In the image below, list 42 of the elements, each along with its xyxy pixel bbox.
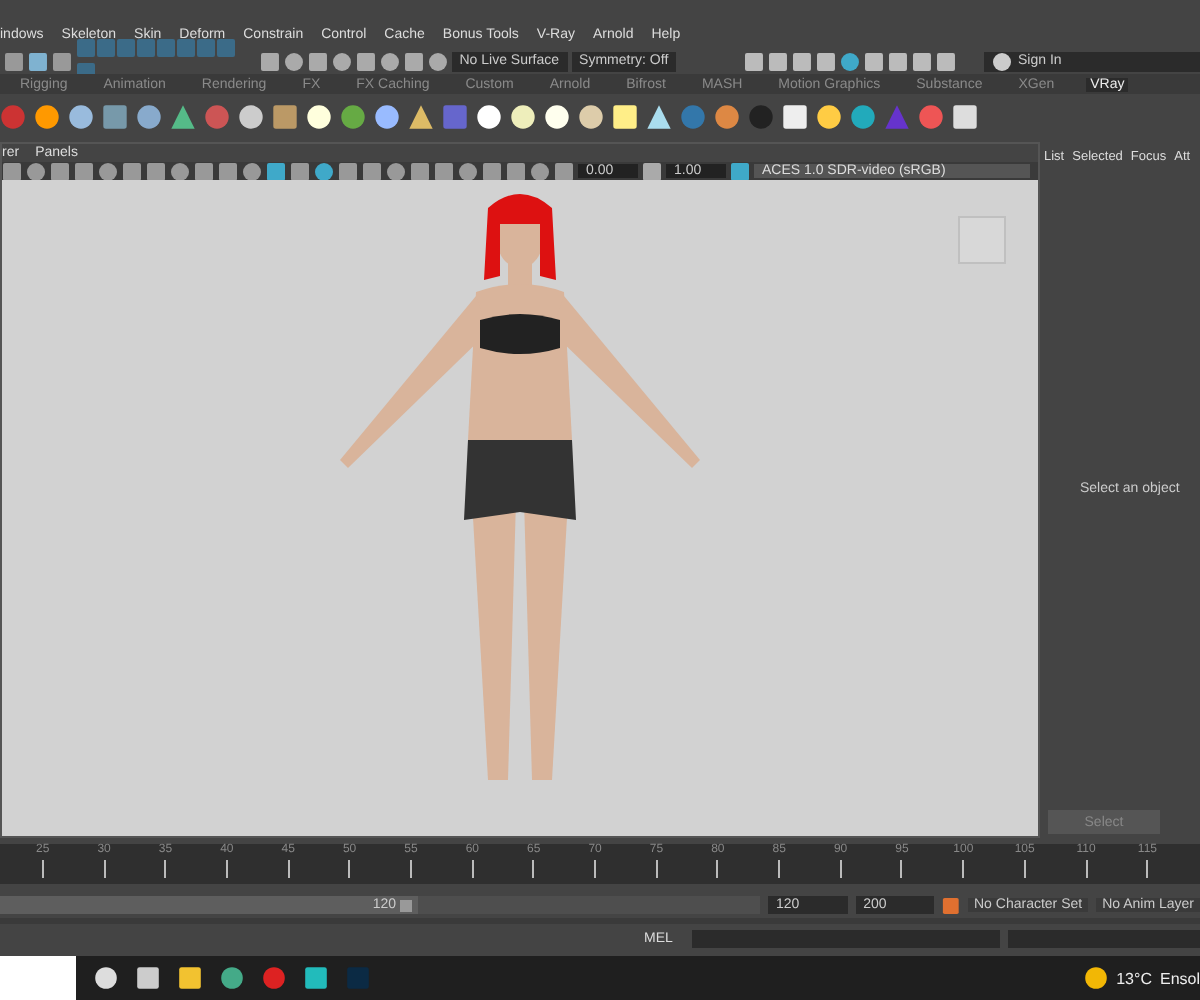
shelf-tool-icon[interactable]: [374, 103, 400, 129]
shelf-tool-icon[interactable]: [612, 103, 638, 129]
shelf-tool-icon[interactable]: [544, 103, 570, 129]
range-slider[interactable]: [0, 896, 418, 914]
shelf-tool-icon[interactable]: [476, 103, 502, 129]
sun-icon: [1084, 966, 1109, 990]
tool-icon[interactable]: [259, 51, 280, 71]
tool-icon[interactable]: [744, 51, 765, 71]
shelf-tool-icon[interactable]: [816, 103, 842, 129]
shelf-tool-icon[interactable]: [238, 103, 264, 129]
color-management-icon[interactable]: [730, 161, 750, 181]
tool-icon[interactable]: [403, 51, 424, 71]
tool-icon[interactable]: [768, 51, 789, 71]
tool-icon[interactable]: [331, 51, 352, 71]
tool-icon[interactable]: [27, 51, 48, 71]
tool-icon[interactable]: [283, 51, 304, 71]
command-field[interactable]: [692, 929, 1000, 947]
tool-icon[interactable]: [379, 51, 400, 71]
tool-icon[interactable]: [888, 51, 909, 71]
tool-icon[interactable]: [51, 51, 72, 71]
weather-text: Ensol: [1159, 969, 1200, 987]
shelf-tool-icon[interactable]: [34, 103, 60, 129]
tool-icon[interactable]: [427, 51, 448, 71]
shelf-tool-icon[interactable]: [952, 103, 978, 129]
tool-icon[interactable]: [864, 51, 885, 71]
shelf-tool-icon[interactable]: [510, 103, 536, 129]
shelf-tool-icon[interactable]: [646, 103, 672, 129]
shelf-tool-icon[interactable]: [170, 103, 196, 129]
temperature: 13°C: [1116, 969, 1152, 987]
tool-icon[interactable]: [792, 51, 813, 71]
shelf-tool-icon[interactable]: [408, 103, 434, 129]
tool-icon[interactable]: [4, 51, 24, 71]
tool-icon[interactable]: [355, 51, 376, 71]
app-icon[interactable]: [304, 966, 328, 990]
shelf-tool-icon[interactable]: [136, 103, 162, 129]
shelf-tool-icon[interactable]: [782, 103, 808, 129]
tool-icon[interactable]: [816, 51, 837, 71]
tool-icon[interactable]: [307, 51, 328, 71]
shelf-tool-icon[interactable]: [306, 103, 332, 129]
shelf-tool-icon[interactable]: [578, 103, 604, 129]
shelf-tool-icon[interactable]: [68, 103, 94, 129]
tool-icon[interactable]: [840, 51, 861, 71]
